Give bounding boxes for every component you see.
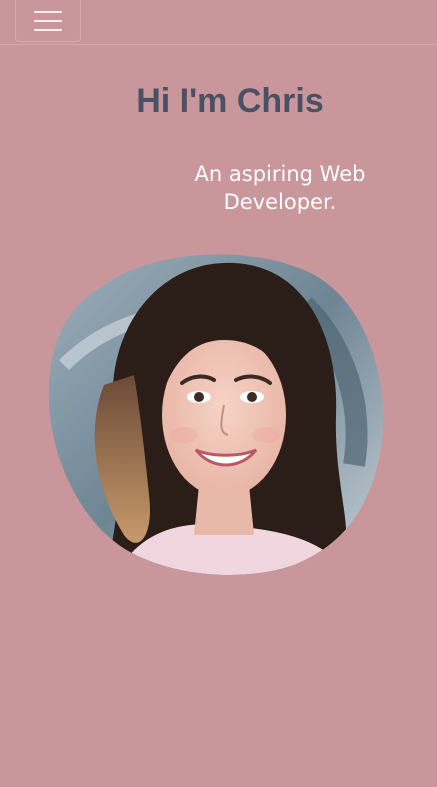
top-navbar: [0, 0, 437, 45]
hero-title: Hi I'm Chris: [136, 82, 324, 120]
hero-subtitle: An aspiring Web Developer.: [194, 162, 366, 214]
menu-toggle-button[interactable]: [15, 0, 81, 42]
hamburger-menu-icon: [34, 10, 62, 31]
profile-avatar: [44, 245, 389, 580]
